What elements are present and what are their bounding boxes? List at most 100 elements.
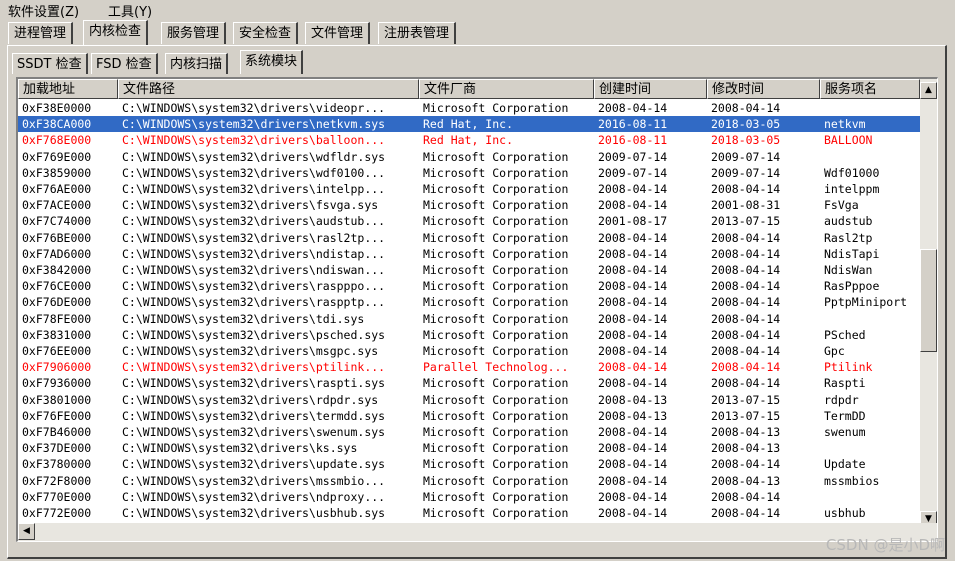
cell-file-path: C:\WINDOWS\system32\drivers\update.sys	[122, 457, 386, 472]
cell-file-vendor: Microsoft Corporation	[423, 165, 569, 180]
vertical-scrollbar[interactable]: ▲ ▼	[920, 79, 937, 528]
cell-created-time: 2016-08-11	[598, 117, 668, 132]
cell-file-vendor: Microsoft Corporation	[423, 392, 569, 407]
table-row[interactable]: 0xF3842000 C:\WINDOWS\system32\drivers\nd…	[18, 262, 920, 278]
table-row[interactable]: 0xF7906000 C:\WINDOWS\system32\drivers\pt…	[18, 359, 920, 375]
table-row[interactable]: 0xF38E0000 C:\WINDOWS\system32\drivers\vi…	[18, 100, 920, 116]
main-tab-strip: 进程管理 内核检查 服务管理 安全检查 文件管理 注册表管理	[8, 20, 955, 46]
table-row[interactable]: 0xF769E000 C:\WINDOWS\system32\drivers\wd…	[18, 149, 920, 165]
table-row[interactable]: 0xF7C74000 C:\WINDOWS\system32\drivers\au…	[18, 213, 920, 229]
table-row[interactable]: 0xF7ACE000 C:\WINDOWS\system32\drivers\fs…	[18, 197, 920, 213]
cell-service-name: netkvm	[824, 117, 866, 132]
cell-file-vendor: Parallel Technolog...	[423, 360, 569, 375]
cell-file-path: C:\WINDOWS\system32\drivers\raspptp...	[122, 295, 386, 310]
tab-service-manager[interactable]: 服务管理	[161, 22, 227, 44]
sub-tab-strip: SSDT 检查 FSD 检查 内核扫描 系统模块	[12, 50, 955, 76]
tab-kernel-check[interactable]: 内核检查	[83, 20, 149, 45]
table-row[interactable]: 0xF3801000 C:\WINDOWS\system32\drivers\rd…	[18, 392, 920, 408]
menu-tools[interactable]: 工具(Y)	[108, 1, 152, 20]
cell-file-path: C:\WINDOWS\system32\drivers\swenum.sys	[122, 425, 386, 439]
table-row[interactable]: 0xF76BE000 C:\WINDOWS\system32\drivers\ra…	[18, 230, 920, 246]
tab-fsd-check[interactable]: FSD 检查	[91, 53, 158, 74]
cell-load-address: 0xF38E0000	[22, 101, 92, 115]
cell-file-vendor: Microsoft Corporation	[423, 506, 569, 520]
cell-file-vendor: Microsoft Corporation	[423, 149, 569, 164]
cell-file-vendor: Microsoft Corporation	[423, 473, 569, 488]
scroll-left-button[interactable]: ◀	[18, 523, 35, 540]
table-row[interactable]: 0xF772E000 C:\WINDOWS\system32\drivers\us…	[18, 505, 920, 521]
cell-file-vendor: Microsoft Corporation	[423, 425, 569, 439]
scroll-up-button[interactable]: ▲	[920, 82, 937, 99]
table-row[interactable]: 0xF3780000 C:\WINDOWS\system32\drivers\up…	[18, 456, 920, 472]
cell-file-path: C:\WINDOWS\system32\drivers\ptilink...	[122, 360, 386, 375]
cell-modified-time: 2001-08-31	[711, 198, 781, 213]
menu-bar: 软件设置(Z) 工具(Y)	[0, 0, 955, 20]
cell-file-path: C:\WINDOWS\system32\drivers\raspppo...	[122, 279, 386, 294]
table-row[interactable]: 0xF7AD6000 C:\WINDOWS\system32\drivers\nd…	[18, 246, 920, 262]
cell-modified-time: 2008-04-14	[711, 279, 781, 294]
table-row[interactable]: 0xF76AE000 C:\WINDOWS\system32\drivers\in…	[18, 181, 920, 197]
tab-ssdt-check[interactable]: SSDT 检查	[12, 53, 88, 74]
table-row[interactable]: 0xF78FE000 C:\WINDOWS\system32\drivers\td…	[18, 311, 920, 327]
table-row[interactable]: 0xF76DE000 C:\WINDOWS\system32\drivers\ra…	[18, 294, 920, 310]
cell-service-name: usbhub	[824, 506, 866, 520]
column-service-name[interactable]: 服务项名	[820, 79, 920, 99]
cell-file-vendor: Microsoft Corporation	[423, 263, 569, 277]
cell-load-address: 0xF7B46000	[22, 425, 92, 439]
cell-file-vendor: Microsoft Corporation	[423, 327, 569, 342]
cell-file-path: C:\WINDOWS\system32\drivers\wdf0100...	[122, 165, 386, 180]
cell-modified-time: 2008-04-13	[711, 441, 781, 456]
cell-file-path: C:\WINDOWS\system32\drivers\intelpp...	[122, 182, 386, 196]
tab-registry-manager[interactable]: 注册表管理	[378, 22, 457, 44]
module-list-view[interactable]: 加载地址 文件路径 文件厂商 创建时间 修改时间 服务项名 0xF38E0000…	[16, 77, 938, 542]
table-row[interactable]: 0xF76FE000 C:\WINDOWS\system32\drivers\te…	[18, 408, 920, 424]
cell-file-vendor: Microsoft Corporation	[423, 101, 569, 115]
horizontal-scrollbar[interactable]: ◀	[18, 523, 937, 541]
table-row[interactable]: 0xF38CA000 C:\WINDOWS\system32\drivers\ne…	[18, 116, 920, 133]
cell-modified-time: 2008-04-14	[711, 360, 781, 375]
tab-security-check[interactable]: 安全检查	[233, 22, 299, 44]
cell-modified-time: 2008-04-14	[711, 263, 781, 277]
cell-service-name	[820, 440, 920, 456]
column-load-address[interactable]: 加载地址	[18, 79, 118, 99]
column-file-vendor[interactable]: 文件厂商	[419, 79, 594, 99]
column-created-time[interactable]: 创建时间	[594, 79, 707, 99]
table-row[interactable]: 0xF3831000 C:\WINDOWS\system32\drivers\ps…	[18, 327, 920, 343]
column-modified-time[interactable]: 修改时间	[707, 79, 820, 99]
cell-created-time: 2008-04-14	[598, 311, 668, 326]
table-row[interactable]: 0xF37DE000 C:\WINDOWS\system32\drivers\ks…	[18, 440, 920, 456]
cell-service-name: NdisWan	[824, 263, 873, 277]
scroll-thumb[interactable]	[920, 249, 937, 352]
cell-file-path: C:\WINDOWS\system32\drivers\ndistap...	[122, 246, 386, 261]
cell-modified-time: 2009-07-14	[711, 149, 781, 164]
cell-modified-time: 2008-04-14	[711, 246, 781, 261]
tab-system-modules[interactable]: 系统模块	[240, 50, 304, 74]
tab-process-manager[interactable]: 进程管理	[8, 22, 74, 44]
cell-load-address: 0xF72F8000	[22, 473, 92, 488]
column-file-path[interactable]: 文件路径	[118, 79, 419, 99]
cell-file-vendor: Microsoft Corporation	[423, 376, 569, 391]
tab-file-manager[interactable]: 文件管理	[305, 22, 371, 44]
table-row[interactable]: 0xF7936000 C:\WINDOWS\system32\drivers\ra…	[18, 375, 920, 391]
cell-modified-time: 2008-04-14	[711, 295, 781, 310]
cell-created-time: 2008-04-14	[598, 441, 668, 456]
tab-kernel-scan[interactable]: 内核扫描	[165, 53, 229, 74]
table-row[interactable]: 0xF76CE000 C:\WINDOWS\system32\drivers\ra…	[18, 278, 920, 294]
menu-software-settings[interactable]: 软件设置(Z)	[8, 1, 79, 20]
cell-service-name: Rasl2tp	[824, 230, 873, 245]
cell-created-time: 2008-04-14	[598, 263, 668, 277]
table-row[interactable]: 0xF3859000 C:\WINDOWS\system32\drivers\wd…	[18, 165, 920, 181]
cell-service-name: Ptilink	[824, 360, 873, 375]
cell-service-name: Raspti	[824, 376, 866, 391]
table-row[interactable]: 0xF770E000 C:\WINDOWS\system32\drivers\nd…	[18, 489, 920, 505]
cell-load-address: 0xF3801000	[22, 392, 92, 407]
watermark: CSDN @是小D啊	[825, 536, 945, 554]
cell-file-vendor: Microsoft Corporation	[423, 489, 569, 504]
table-row[interactable]: 0xF76EE000 C:\WINDOWS\system32\drivers\ms…	[18, 343, 920, 359]
table-row[interactable]: 0xF768E000 C:\WINDOWS\system32\drivers\ba…	[18, 132, 920, 148]
cell-load-address: 0xF38CA000	[22, 117, 92, 132]
cell-file-path: C:\WINDOWS\system32\drivers\ks.sys	[122, 441, 358, 456]
table-row[interactable]: 0xF72F8000 C:\WINDOWS\system32\drivers\ms…	[18, 473, 920, 489]
table-row[interactable]: 0xF7B46000 C:\WINDOWS\system32\drivers\sw…	[18, 424, 920, 440]
cell-modified-time: 2008-04-14	[711, 344, 781, 358]
